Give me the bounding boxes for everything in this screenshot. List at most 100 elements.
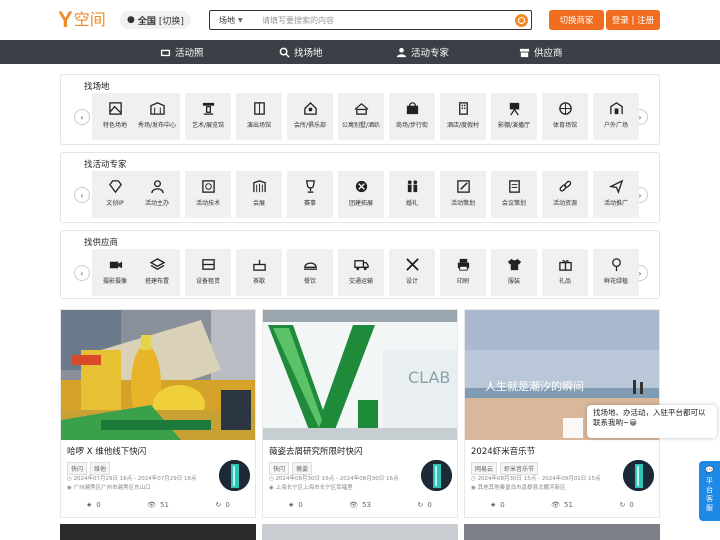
logo-mark: Y (58, 7, 73, 32)
tile-label: 设备租赁 (195, 278, 220, 285)
category-tile[interactable]: 商场/步行街 (389, 93, 435, 140)
category-tile[interactable]: 餐饮 (287, 249, 333, 296)
category-tile[interactable]: 赛事 (287, 171, 333, 218)
likes-count: 0 (500, 501, 505, 509)
avatar[interactable] (623, 460, 654, 491)
likes-stat[interactable]: ★ 0 (263, 501, 328, 509)
category-tile[interactable]: 影棚/演播厅 (491, 93, 537, 140)
card-title[interactable]: 哈啰 X 维他线下快闪 (67, 445, 146, 457)
likes-stat[interactable]: ★ 0 (465, 501, 530, 509)
nav-label: 找场地 (294, 48, 323, 59)
category-tile[interactable]: 会议策划 (491, 171, 537, 218)
search-type-select[interactable]: 场地 ▼ (210, 15, 256, 26)
nav-item-suppliers[interactable]: 供应商 (519, 40, 563, 64)
city-selector[interactable]: ● 全国 [切换] (120, 11, 191, 29)
customer-service-button[interactable]: 💬 平台客服 (699, 461, 720, 521)
tile-label: 鲜花绿植 (603, 278, 628, 285)
card-title[interactable]: 薇姿去屑研究所限时快闪 (269, 445, 363, 457)
category-tile[interactable]: 酒店/度假村 (440, 93, 486, 140)
city-switch-link[interactable]: [切换] (159, 14, 184, 27)
shares-stat[interactable]: ↻ 0 (392, 501, 457, 509)
activity-card[interactable]: 哈啰 X 维他线下快闪 快闪 维他 ◷ 2024年07月29日 16点 - 20… (60, 309, 256, 518)
clubhouse-icon (303, 101, 317, 115)
category-tile[interactable]: 团建拓展 (338, 171, 384, 218)
category-tile[interactable]: 婚礼 (389, 171, 435, 218)
tile-label: 活动技术 (195, 200, 220, 207)
card-image[interactable] (61, 310, 255, 440)
search-icon[interactable] (515, 13, 528, 27)
service-label: 平台客服 (706, 477, 713, 512)
category-tile[interactable]: 户外广场 (593, 93, 639, 140)
equipment-icon (201, 259, 215, 270)
avatar[interactable] (219, 460, 250, 491)
search-input[interactable]: 请填写要搜索的内容 (256, 15, 515, 26)
category-tile[interactable]: 设计 (389, 249, 435, 296)
views-count: 51 (159, 501, 169, 509)
tile-label: 活动推广 (603, 200, 628, 207)
card-time: ◷ 2024年08月30日 16点 - 2024年08月30日 16点 (269, 474, 399, 482)
nav-item-find-venue[interactable]: 找场地 (279, 40, 323, 64)
category-tile[interactable]: 礼品 (542, 249, 588, 296)
category-tile[interactable]: 鲜花绿植 (593, 249, 639, 296)
card-image[interactable]: CLAB (263, 310, 457, 440)
category-tile[interactable]: 文创IP (92, 171, 138, 218)
category-tile[interactable]: 交通运输 (338, 249, 384, 296)
search-icon (279, 47, 290, 58)
flower-icon (611, 258, 621, 272)
tile-label: 团建拓展 (348, 200, 373, 207)
star-icon: ★ (287, 501, 295, 509)
star-icon: ★ (85, 501, 93, 509)
next-card-image[interactable] (60, 524, 256, 540)
top-bar: Y 空间 ● 全国 [切换] 场地 ▼ 请填写要搜索的内容 切换商家 登录 | … (0, 0, 720, 40)
category-tile[interactable]: 活动技术 (185, 171, 231, 218)
star-icon: ★ (489, 501, 497, 509)
nav-label: 活动专家 (411, 48, 450, 59)
card-photo (61, 310, 255, 440)
category-tile[interactable]: 活动推广 (593, 171, 639, 218)
next-card-image[interactable] (262, 524, 458, 540)
category-tile[interactable]: 特色场地 (92, 93, 138, 140)
category-tile[interactable]: 摄影摄像 (92, 249, 138, 296)
category-tile[interactable]: 搭建布置 (134, 249, 180, 296)
category-tile[interactable]: 艺术/展览馆 (185, 93, 231, 140)
category-tile[interactable]: 活动主办 (134, 171, 180, 218)
category-tile[interactable]: 设备租赁 (185, 249, 231, 296)
main-nav: 活动照 找场地 活动专家 供应商 (0, 40, 720, 64)
category-tile[interactable]: 活动策划 (440, 171, 486, 218)
activity-card[interactable]: CLAB 薇姿去屑研究所限时快闪 快闪 薇姿 ◷ 2024年08月30日 16点… (262, 309, 458, 518)
scroll-left-button[interactable]: ‹ (74, 265, 90, 281)
category-tile[interactable]: 演出场馆 (236, 93, 282, 140)
tile-label: 会所/俱乐部 (293, 122, 327, 129)
city-name: 全国 (137, 16, 156, 27)
category-tile[interactable]: 会展 (236, 171, 282, 218)
tile-label: 摄影摄像 (102, 278, 127, 285)
nav-item-activity-photos[interactable]: 活动照 (160, 40, 204, 64)
site-logo[interactable]: Y 空间 (58, 8, 106, 32)
avatar-image (623, 460, 654, 491)
category-tile[interactable]: 会所/俱乐部 (287, 93, 333, 140)
wall-lettering: CLAB (408, 368, 450, 387)
login-register-button[interactable]: 登录 | 注册 (606, 10, 660, 30)
next-card-image[interactable] (464, 524, 660, 540)
chat-popup[interactable]: 找场地、办活动，入驻平台都可以联系我哟~😀 (587, 405, 717, 438)
scroll-left-button[interactable]: ‹ (74, 187, 90, 203)
tile-label: 公寓别墅/酒趴 (341, 122, 381, 129)
shares-stat[interactable]: ↻ 0 (190, 501, 255, 509)
category-tile[interactable]: 公寓别墅/酒趴 (338, 93, 384, 140)
shares-stat[interactable]: ↻ 0 (594, 501, 659, 509)
category-tile[interactable]: 印刷 (440, 249, 486, 296)
couple-icon (407, 180, 417, 193)
likes-stat[interactable]: ★ 0 (61, 501, 126, 509)
category-tile[interactable]: 体育场馆 (542, 93, 588, 140)
scroll-left-button[interactable]: ‹ (74, 109, 90, 125)
nav-label: 供应商 (534, 48, 563, 59)
nav-item-experts[interactable]: 活动专家 (396, 40, 449, 64)
category-tile[interactable]: 活动资源 (542, 171, 588, 218)
category-tile[interactable]: 茶歇 (236, 249, 282, 296)
avatar[interactable] (421, 460, 452, 491)
switch-merchant-button[interactable]: 切换商家 (549, 10, 604, 30)
category-tile[interactable]: 秀场/发布中心 (134, 93, 180, 140)
card-title[interactable]: 2024虾米音乐节 (471, 445, 535, 457)
tile-label: 秀场/发布中心 (137, 122, 177, 129)
category-tile[interactable]: 服装 (491, 249, 537, 296)
